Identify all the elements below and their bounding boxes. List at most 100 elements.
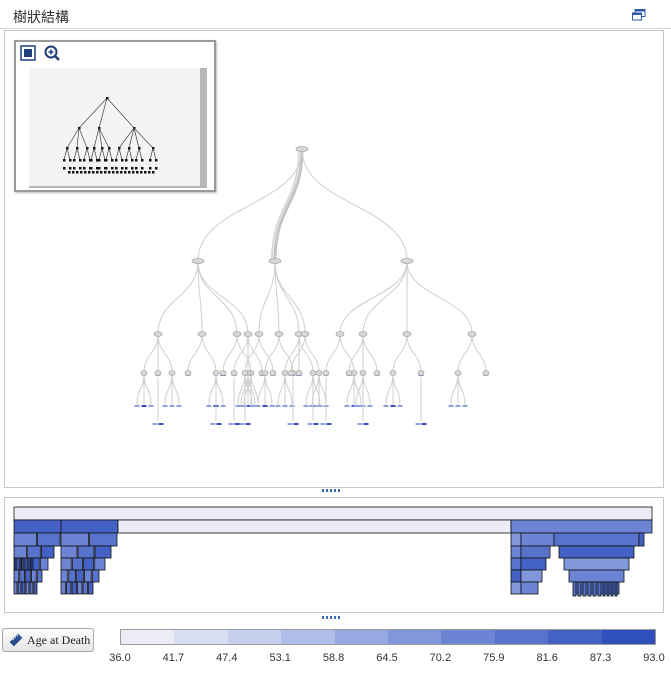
icicle-panel[interactable] <box>4 497 664 613</box>
tree-leaf[interactable] <box>344 405 350 407</box>
tree-node[interactable] <box>140 370 148 376</box>
tree-node[interactable] <box>402 331 412 337</box>
tree-leaf[interactable] <box>275 405 281 407</box>
icicle-block[interactable] <box>77 545 95 559</box>
tree-node[interactable] <box>281 370 289 376</box>
icicle-block[interactable] <box>82 581 88 595</box>
icicle-block[interactable] <box>71 581 77 595</box>
tree-leaf[interactable] <box>353 405 359 407</box>
tree-leaf[interactable] <box>220 405 226 407</box>
legend-splitter-handle[interactable] <box>321 615 343 621</box>
icicle-block[interactable] <box>36 569 43 583</box>
restore-window-icon[interactable] <box>632 9 646 21</box>
icicle-block[interactable] <box>510 557 522 571</box>
icicle-block[interactable] <box>71 557 83 571</box>
icicle-leaf[interactable] <box>22 557 26 571</box>
tree-node[interactable] <box>295 370 303 376</box>
icicle-block[interactable] <box>520 532 555 547</box>
icicle-leaf[interactable] <box>614 581 618 597</box>
icicle-block[interactable] <box>60 519 119 534</box>
tree-node[interactable] <box>254 331 264 337</box>
tree-node[interactable] <box>417 370 425 376</box>
legend-variable-button[interactable]: Age at Death <box>2 628 94 652</box>
tree-leaf[interactable] <box>383 405 389 407</box>
tree-leaf[interactable] <box>303 405 309 407</box>
tree-leaf[interactable] <box>316 405 322 407</box>
icicle-block[interactable] <box>13 581 18 595</box>
icicle-block[interactable] <box>13 569 20 583</box>
tree-leaf[interactable] <box>255 405 261 407</box>
icicle-leaf[interactable] <box>587 581 592 597</box>
tree-node[interactable] <box>315 370 323 376</box>
tree-leaf[interactable] <box>293 423 299 425</box>
icicle-leaf[interactable] <box>592 581 597 597</box>
icicle-block[interactable] <box>88 581 94 595</box>
panel-splitter-handle[interactable] <box>321 488 343 494</box>
tree-leaf[interactable] <box>141 405 147 407</box>
icicle-block[interactable] <box>568 569 625 583</box>
tree-leaf[interactable] <box>289 405 295 407</box>
tree-leaf[interactable] <box>176 405 182 407</box>
tree-node[interactable] <box>219 370 227 376</box>
tree-node[interactable] <box>232 331 242 337</box>
icicle-block[interactable] <box>13 545 28 559</box>
tree-leaf[interactable] <box>363 423 369 425</box>
icicle-block[interactable] <box>30 569 37 583</box>
icicle-leaf[interactable] <box>597 581 602 597</box>
icicle-block[interactable] <box>638 532 645 547</box>
tree-leaf[interactable] <box>216 423 222 425</box>
tree-leaf[interactable] <box>235 405 241 407</box>
icicle-leaf[interactable] <box>572 581 577 597</box>
icicle-leaf[interactable] <box>577 581 582 597</box>
tree-leaf[interactable] <box>448 405 454 407</box>
icicle-block[interactable] <box>89 532 118 547</box>
tree-node[interactable] <box>230 370 238 376</box>
tree-leaf[interactable] <box>282 405 288 407</box>
tree-leaf[interactable] <box>134 405 140 407</box>
icicle-block[interactable] <box>94 545 112 559</box>
tree-leaf[interactable] <box>269 405 275 407</box>
icicle-block[interactable] <box>510 532 522 547</box>
icicle-block[interactable] <box>21 581 26 595</box>
tree-node[interactable] <box>295 146 309 152</box>
icicle-block[interactable] <box>25 581 30 595</box>
icicle-block[interactable] <box>60 569 69 583</box>
icicle-root-block[interactable] <box>13 506 653 521</box>
tree-node[interactable] <box>287 370 295 376</box>
tree-leaf[interactable] <box>148 405 154 407</box>
icicle-block[interactable] <box>60 532 89 547</box>
tree-node[interactable] <box>359 370 367 376</box>
tree-leaf[interactable] <box>455 405 461 407</box>
icicle-block[interactable] <box>553 532 640 547</box>
icicle-block[interactable] <box>558 545 635 559</box>
icicle-leaf[interactable] <box>14 557 18 571</box>
icicle-block[interactable] <box>510 519 653 534</box>
icicle-block[interactable] <box>37 532 61 547</box>
icicle-block[interactable] <box>19 569 26 583</box>
tree-leaf[interactable] <box>421 423 427 425</box>
icicle-block[interactable] <box>117 519 512 534</box>
tree-node[interactable] <box>335 331 345 337</box>
tree-leaf[interactable] <box>287 423 293 425</box>
tree-leaf[interactable] <box>320 423 326 425</box>
tree-node[interactable] <box>268 258 282 264</box>
tree-leaf[interactable] <box>397 405 403 407</box>
tree-node[interactable] <box>300 331 310 337</box>
icicle-leaf[interactable] <box>18 557 22 571</box>
tree-node[interactable] <box>191 258 205 264</box>
tree-node[interactable] <box>212 370 220 376</box>
icicle-block[interactable] <box>563 557 630 571</box>
tree-node[interactable] <box>389 370 397 376</box>
icicle-block[interactable] <box>76 569 84 583</box>
icicle-block[interactable] <box>25 569 31 583</box>
overview-viewport[interactable] <box>29 68 207 188</box>
icicle-block[interactable] <box>68 569 76 583</box>
tree-node[interactable] <box>373 370 381 376</box>
icicle-block[interactable] <box>94 557 106 571</box>
tree-leaf[interactable] <box>245 423 251 425</box>
fit-square-icon[interactable] <box>20 45 36 61</box>
tree-leaf[interactable] <box>462 405 468 407</box>
icicle-block[interactable] <box>520 569 543 583</box>
tree-leaf[interactable] <box>390 405 396 407</box>
tree-leaf[interactable] <box>162 405 168 407</box>
